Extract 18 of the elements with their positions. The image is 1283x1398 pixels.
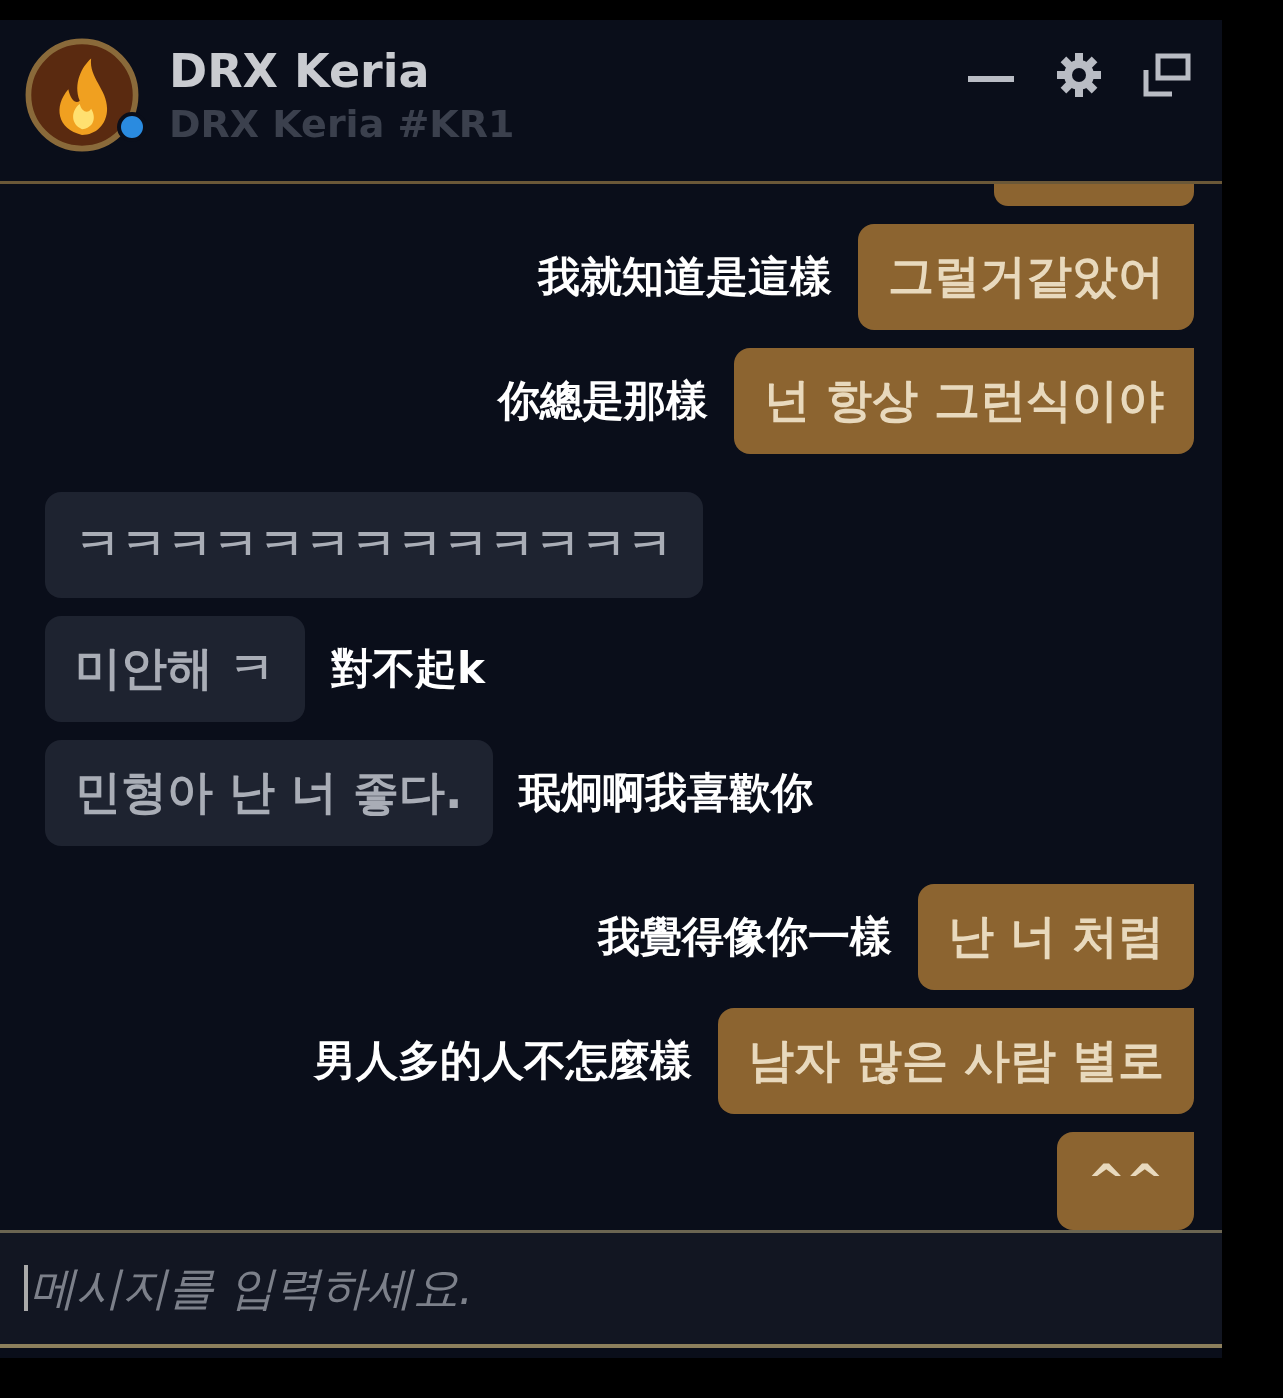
contact-name: DRX Keria [169,44,431,99]
message-input-field[interactable]: 메시지를 입력하세요. [0,1229,1222,1348]
message-bubble: ㅋㅋㅋㅋㅋㅋㅋㅋㅋㅋㅋㅋㅋ [45,491,703,598]
translation-caption: 珉炯啊我喜歡你 [518,766,813,819]
message-bubble: 그럴거같았어 [858,223,1194,330]
translation-caption: 對不起k [331,642,485,695]
message-input[interactable]: 메시지를 입력하세요. [28,1260,1222,1317]
translation-caption: 男人多的人不怎麼樣 [313,1034,692,1087]
message-bubble: ^^ [1056,1131,1194,1230]
message-bubble: 미안해 ㅋ [45,615,305,722]
message-bubble: 남자 많은 사람 별로 [717,1007,1194,1114]
message-bubble: 넌 항상 그런식이야 [733,347,1194,454]
translation-caption: 我就知道是這樣 [538,250,832,303]
flame-avatar-icon [25,38,139,153]
message-bubble: 민형아 난 너 좋다. [45,739,493,846]
translation-caption: 你總是那樣 [497,374,708,427]
message-bubble: 난 너 처럼 [917,883,1194,990]
translation-caption: 我覺得像你一樣 [597,910,892,963]
